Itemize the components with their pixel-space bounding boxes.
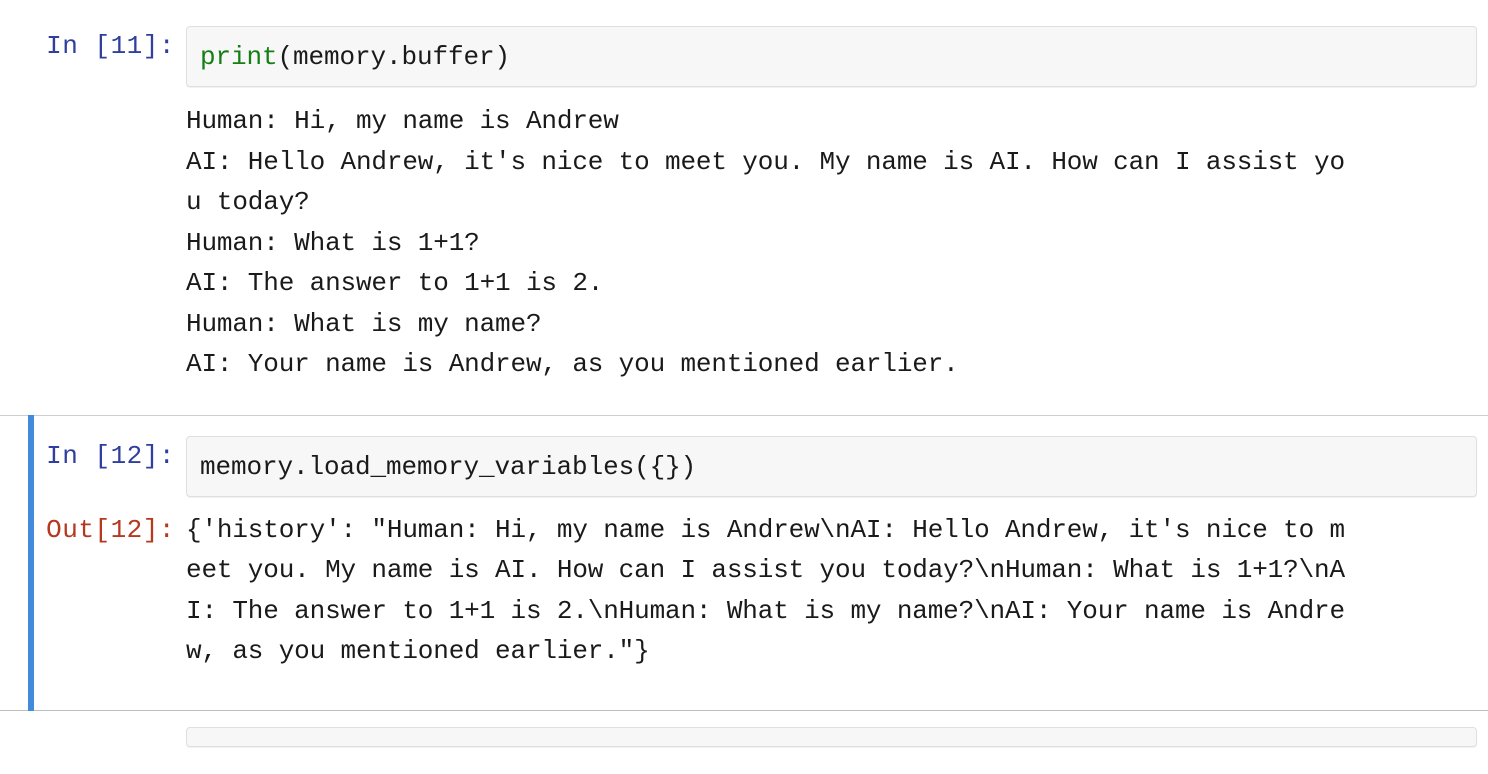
notebook-cell-selected[interactable]: In [12]: memory.load_memory_variables({}… (0, 414, 1488, 711)
code-editor-cell-1[interactable]: print(memory.buffer) (186, 26, 1477, 87)
code-token-builtin: print (200, 42, 278, 72)
cell-output-row: Human: Hi, my name is Andrew AI: Hello A… (0, 87, 1488, 391)
notebook-cell[interactable]: In [11]: print(memory.buffer) Human: Hi,… (0, 0, 1488, 391)
notebook-container: In [11]: print(memory.buffer) Human: Hi,… (0, 0, 1488, 774)
code-token-plain: (memory.buffer) (277, 42, 511, 72)
cell-output-row: Out[12]: {'history': "Human: Hi, my name… (0, 497, 1488, 710)
code-editor-cell-2[interactable]: memory.load_memory_variables({}) (186, 435, 1477, 497)
execute-result-text: {'history': "Human: Hi, my name is Andre… (186, 514, 1345, 667)
cell-selection-indicator (28, 414, 34, 711)
input-prompt-in-11: In [11]: (46, 31, 175, 61)
cell-input-row: In [11]: print(memory.buffer) (0, 26, 1488, 87)
stream-output-text: Human: Hi, my name is Andrew AI: Hello A… (186, 106, 1345, 379)
code-source: print(memory.buffer) (200, 37, 1463, 77)
notebook-cell-partial[interactable] (0, 726, 1488, 747)
cell-input-row (0, 726, 1488, 747)
cell-input-row: In [12]: memory.load_memory_variables({}… (0, 416, 1488, 497)
code-editor-cell-3[interactable] (186, 726, 1477, 747)
code-source: memory.load_memory_variables({}) (200, 451, 697, 482)
